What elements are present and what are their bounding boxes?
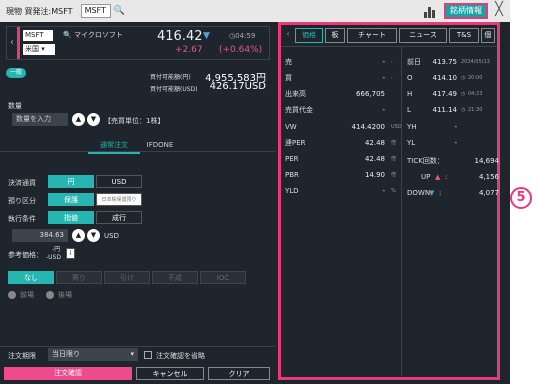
- currency-label: 決済通貨: [8, 179, 36, 187]
- tab-ifdone[interactable]: IFDONE: [140, 138, 180, 152]
- clock-icon: ◷: [461, 107, 466, 113]
- session-morning-radio[interactable]: [8, 291, 16, 299]
- quantity-up-button[interactable]: ▲: [72, 113, 85, 126]
- table-row: 前日 413.75 2024/05/13: [407, 58, 490, 66]
- limit-order-button[interactable]: 指値: [48, 211, 94, 224]
- chevron-left-icon[interactable]: ‹: [7, 27, 17, 59]
- deposit-protect-button[interactable]: 保護: [48, 193, 94, 206]
- quote-box: ‹ MSFT 🔍 マイクロソフト 米国 ▾ 416.42 ▼ ◷04:59 +2…: [6, 26, 270, 60]
- chevron-left-icon[interactable]: ‹: [283, 28, 293, 43]
- order-window: 現物 買発注:MSFT MSFT 🔍 銘柄情報 ╳ ‹ MSFT 🔍 マイクロソ…: [0, 0, 510, 384]
- table-row: L 411.14 ◷ 21:30: [407, 103, 497, 117]
- info-tabs: ‹ 価格 板 チャート ニュース T&S 個: [281, 28, 497, 43]
- close-icon[interactable]: ╳: [492, 2, 506, 18]
- trade-unit-text: 【売買単位：1株】: [104, 117, 165, 125]
- tab-chart[interactable]: チャート: [347, 28, 397, 43]
- condition-close-button[interactable]: 引け: [104, 271, 150, 284]
- order-type-tabs: 通常注文 IFDONE: [0, 138, 275, 154]
- quote-time: 04:59: [235, 32, 256, 40]
- down-arrow-icon: ▼: [203, 31, 210, 41]
- quote-accent-bar: [17, 27, 20, 59]
- reference-price-jpy: -円: [52, 246, 61, 253]
- window-title: 現物 買発注:MSFT: [6, 6, 73, 16]
- tick-count-row: TICK回数： 14,694: [407, 157, 499, 165]
- tab-board[interactable]: 板: [325, 28, 345, 43]
- tab-normal-order[interactable]: 通常注文: [88, 138, 140, 154]
- cancel-button[interactable]: キャンセル: [136, 367, 204, 380]
- search-icon[interactable]: 🔍: [114, 6, 125, 16]
- account-type-badge: 一般: [6, 68, 26, 78]
- clock-icon: ◷: [461, 91, 466, 97]
- quantity-label: 数量: [8, 102, 22, 110]
- expiry-select[interactable]: 当日限り ▾: [48, 348, 138, 361]
- quote-symbol[interactable]: MSFT: [23, 30, 53, 41]
- symbol-input[interactable]: MSFT: [80, 4, 111, 18]
- up-triangle-icon: ▲: [435, 173, 441, 181]
- condition-funari-button[interactable]: 不成: [152, 271, 198, 284]
- condition-none-button[interactable]: なし: [8, 271, 54, 284]
- market-select[interactable]: 米国 ▾: [23, 44, 55, 55]
- reference-price-label: 参考価格：: [8, 251, 43, 259]
- skip-confirm-checkbox[interactable]: [144, 351, 152, 359]
- session-morning-label: 前場: [20, 291, 34, 299]
- table-row: YL -: [407, 139, 457, 147]
- price-unit: USD: [104, 232, 119, 240]
- order-footer: 注文期限 当日限り ▾ 注文確認を省略 注文確認 キャンセル クリア: [0, 346, 275, 384]
- order-confirm-button[interactable]: 注文確認: [4, 367, 132, 380]
- stock-info-button[interactable]: 銘柄情報: [444, 3, 488, 19]
- market-order-button[interactable]: 成行: [96, 211, 142, 224]
- uptick-row: UP ▲:4,156: [407, 170, 499, 184]
- annotation-badge: 5: [510, 187, 532, 209]
- order-panel: ‹ MSFT 🔍 マイクロソフト 米国 ▾ 416.42 ▼ ◷04:59 +2…: [0, 22, 275, 384]
- buying-power-usd: 426.17USD: [209, 81, 266, 92]
- info-icon[interactable]: i: [66, 248, 75, 259]
- tab-price[interactable]: 価格: [295, 28, 323, 43]
- price-change-pct: (+0.64%): [219, 45, 263, 55]
- last-price: 416.42: [157, 29, 203, 44]
- down-triangle-icon: ▼: [429, 189, 435, 197]
- currency-usd-button[interactable]: USD: [96, 175, 142, 188]
- condition-ioc-button[interactable]: IOC: [200, 271, 246, 284]
- session-afternoon-label: 後場: [58, 291, 72, 299]
- downtick-row: DOWN ▼:4,077: [407, 186, 499, 200]
- tab-news[interactable]: ニュース: [399, 28, 447, 43]
- table-row: O 414.10 ◷ 20:00: [407, 71, 497, 85]
- chart-icon[interactable]: [424, 4, 438, 18]
- execution-label: 執行条件: [8, 215, 36, 223]
- tab-ts[interactable]: T&S: [449, 28, 479, 43]
- search-icon[interactable]: 🔍: [63, 31, 72, 39]
- quote-name: マイクロソフト: [73, 31, 123, 39]
- price-change: +2.67: [175, 45, 203, 55]
- skip-confirm-label: 注文確認を省略: [156, 352, 205, 360]
- clear-button[interactable]: クリア: [208, 367, 270, 380]
- table-row: YH -: [407, 123, 457, 131]
- stock-info-panel: ‹ 価格 板 チャート ニュース T&S 個 売-- 買-- 出来高 666,70…: [278, 22, 500, 380]
- reference-price-usd: -USD: [46, 254, 61, 261]
- expiry-label: 注文期限: [8, 352, 36, 360]
- currency-jpy-button[interactable]: 円: [48, 175, 94, 188]
- price-up-button[interactable]: ▲: [72, 229, 85, 242]
- title-bar: 現物 買発注:MSFT MSFT 🔍 銘柄情報 ╳: [0, 0, 510, 22]
- tab-more[interactable]: 個: [481, 28, 495, 43]
- table-row: H 417.49 ◷ 04:23: [407, 87, 497, 101]
- price-down-button[interactable]: ▼: [87, 229, 100, 242]
- clock-icon: ◷: [461, 75, 466, 81]
- buying-power-jpy-label: 買付可能額(円): [150, 74, 191, 81]
- price-input[interactable]: 384.63: [12, 229, 68, 242]
- session-afternoon-radio[interactable]: [46, 291, 54, 299]
- deposit-japan-button[interactable]: 日本株保護預り: [96, 193, 142, 206]
- buying-power-usd-label: 買付可能額(USD): [150, 86, 198, 93]
- deposit-label: 預り区分: [8, 197, 36, 205]
- quantity-input[interactable]: 数量を入力: [12, 113, 68, 126]
- quantity-down-button[interactable]: ▼: [87, 113, 100, 126]
- condition-open-button[interactable]: 寄り: [56, 271, 102, 284]
